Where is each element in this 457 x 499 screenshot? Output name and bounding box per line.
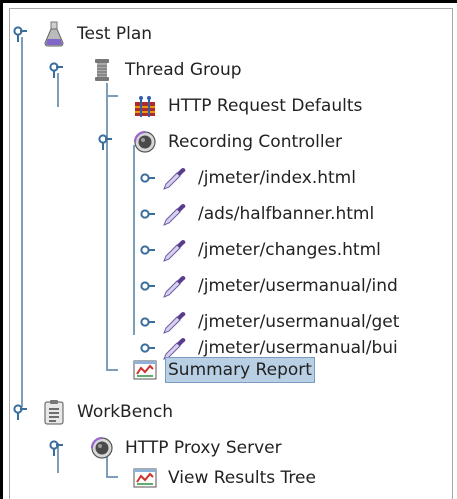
- node-label: View Results Tree: [168, 468, 316, 488]
- test-plan-tree[interactable]: Test Plan Thread Group HTTP Request Defa…: [10, 9, 452, 499]
- tree-node-sampler[interactable]: /jmeter/index.html: [10, 161, 359, 195]
- window-frame: Test Plan Thread Group HTTP Request Defa…: [0, 0, 457, 499]
- config-grid-icon: [132, 93, 158, 119]
- node-label: Recording Controller: [168, 132, 343, 152]
- collapsed-toggle-icon[interactable]: [140, 207, 156, 223]
- node-label: Summary Report: [165, 357, 315, 383]
- pipette-icon: [162, 165, 188, 191]
- report-icon: [132, 357, 158, 383]
- node-label: /ads/halfbanner.html: [198, 204, 375, 224]
- tree-node-http-proxy-server[interactable]: HTTP Proxy Server: [10, 431, 285, 465]
- expanded-toggle-icon[interactable]: [48, 62, 64, 78]
- tree-node-sampler[interactable]: /jmeter/changes.html: [10, 233, 384, 267]
- tree-node-sampler[interactable]: /jmeter/usermanual/ind: [10, 269, 401, 303]
- node-label: /jmeter/usermanual/ind: [198, 276, 398, 296]
- tree-node-http-request-defaults[interactable]: HTTP Request Defaults: [10, 89, 365, 123]
- collapsed-toggle-icon[interactable]: [140, 315, 156, 331]
- expanded-toggle-icon[interactable]: [97, 134, 113, 150]
- expanded-toggle-icon[interactable]: [12, 26, 28, 42]
- pipette-icon: [162, 201, 188, 227]
- node-label: /jmeter/index.html: [198, 168, 356, 188]
- clipboard-icon: [41, 399, 67, 425]
- tree-node-recording-controller[interactable]: Recording Controller: [10, 125, 345, 159]
- left-edge: [0, 0, 3, 499]
- tree-node-workbench[interactable]: WorkBench: [10, 395, 176, 429]
- node-label: HTTP Request Defaults: [168, 96, 363, 116]
- top-edge: [0, 0, 457, 3]
- tree-node-thread-group[interactable]: Thread Group: [10, 53, 245, 87]
- report-icon: [132, 465, 158, 491]
- node-label: WorkBench: [77, 402, 174, 422]
- controller-icon: [89, 435, 115, 461]
- expanded-toggle-icon[interactable]: [12, 404, 28, 420]
- collapsed-toggle-icon[interactable]: [140, 171, 156, 187]
- collapsed-toggle-icon[interactable]: [140, 279, 156, 295]
- controller-icon: [132, 129, 158, 155]
- collapsed-toggle-icon[interactable]: [140, 243, 156, 259]
- flask-icon: [41, 21, 67, 47]
- pipette-icon: [162, 237, 188, 263]
- tree-panel: Test Plan Thread Group HTTP Request Defa…: [9, 8, 453, 499]
- tree-node-test-plan[interactable]: Test Plan: [10, 17, 155, 51]
- expanded-toggle-icon[interactable]: [48, 440, 64, 456]
- node-label: Thread Group: [125, 60, 242, 80]
- node-label: HTTP Proxy Server: [125, 438, 282, 458]
- tree-node-sampler[interactable]: /ads/halfbanner.html: [10, 197, 377, 231]
- node-label: /jmeter/changes.html: [198, 240, 381, 260]
- tree-node-view-results-tree[interactable]: View Results Tree: [10, 461, 319, 495]
- pipette-icon: [162, 273, 188, 299]
- tree-node-summary-report[interactable]: Summary Report: [10, 353, 315, 387]
- spool-icon: [89, 57, 115, 83]
- node-label: Test Plan: [77, 24, 153, 44]
